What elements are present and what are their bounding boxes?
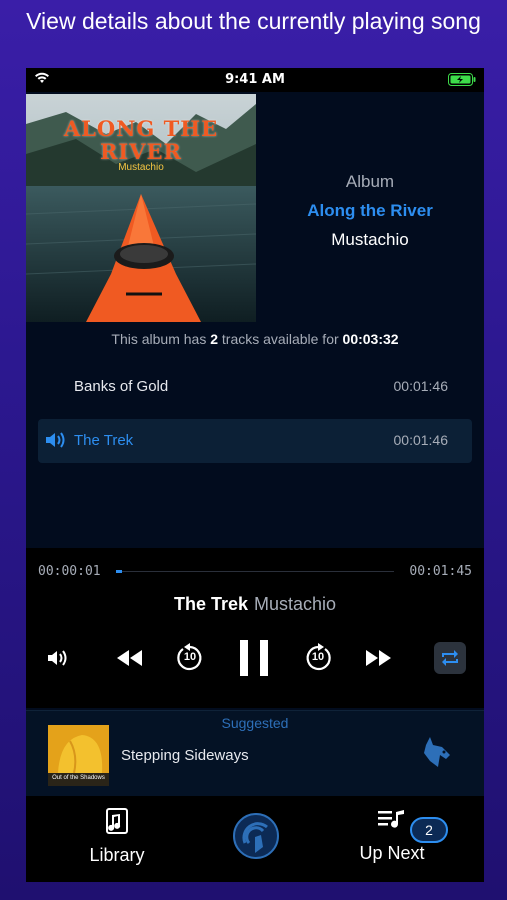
fast-forward-button[interactable] xyxy=(358,638,398,678)
now-playing: The Trek Mustachio xyxy=(26,594,484,615)
album-artwork: ALONG THE RIVER Mustachio xyxy=(26,94,256,322)
queue-list-icon xyxy=(378,809,404,828)
repeat-icon xyxy=(442,650,458,666)
track-row[interactable]: Banks of Gold 00:01:46 xyxy=(38,365,472,409)
screen-caption: View details about the currently playing… xyxy=(26,8,481,34)
speaker-icon xyxy=(44,431,68,454)
tab-library[interactable]: Library xyxy=(84,808,150,866)
center-app-button[interactable] xyxy=(230,813,282,864)
art-title-line1: ALONG THE xyxy=(63,116,219,141)
battery-icon xyxy=(448,73,476,90)
volume-icon xyxy=(48,650,67,666)
progress-fill xyxy=(116,570,122,573)
skip-forward-seconds: 10 xyxy=(311,651,325,663)
album-label: Album xyxy=(345,172,395,191)
music-note-icon xyxy=(106,808,128,834)
tab-up-next-label: Up Next xyxy=(359,843,425,863)
summary-count: 2 xyxy=(210,331,219,347)
status-bar: 9:41 AM xyxy=(26,68,484,92)
elapsed-time: 00:00:01 xyxy=(38,564,101,579)
now-playing-title: The Trek xyxy=(173,594,248,614)
album-summary: This album has 2 tracks available for 00… xyxy=(26,331,484,347)
status-time: 9:41 AM xyxy=(225,72,285,87)
suggested-song[interactable]: Stepping Sideways xyxy=(121,747,249,764)
suggested-thumbnail[interactable]: Out of the Shadows xyxy=(48,725,109,786)
tab-library-label: Library xyxy=(89,845,145,865)
album-name[interactable]: Along the River xyxy=(272,201,468,221)
art-artist: Mustachio xyxy=(118,162,164,173)
up-next-count-badge: 2 xyxy=(410,817,448,843)
suggested-thumb-text: Out of the Shadows xyxy=(52,775,105,781)
skip-forward-button[interactable]: 10 xyxy=(298,638,338,678)
phone-screen: 9:41 AM ALONG THE RIVER Mustachio Album xyxy=(26,68,484,882)
skip-back-button[interactable]: 10 xyxy=(170,638,210,678)
now-playing-artist: Mustachio xyxy=(253,594,337,614)
track-title: The Trek xyxy=(74,432,134,449)
summary-middle: tracks available for xyxy=(221,331,339,347)
dog-logo-icon[interactable] xyxy=(420,735,454,774)
repeat-button[interactable] xyxy=(430,638,470,678)
track-duration: 00:01:46 xyxy=(393,378,449,394)
fast-forward-icon xyxy=(366,650,391,666)
progress-slider[interactable] xyxy=(116,570,394,573)
album-info: Album Along the River Mustachio xyxy=(272,172,468,250)
skip-back-seconds: 10 xyxy=(183,651,197,663)
rewind-icon xyxy=(117,650,142,666)
summary-prefix: This album has xyxy=(111,331,207,347)
player-panel: 00:00:01 00:01:45 The Trek Mustachio 10 1… xyxy=(26,548,484,708)
suggested-panel: Suggested Out of the Shadows Stepping Si… xyxy=(26,710,484,796)
track-duration: 00:01:46 xyxy=(393,432,449,448)
pause-icon xyxy=(240,640,268,676)
progress-row: 00:00:01 00:01:45 xyxy=(26,564,484,580)
podcast-logo-icon xyxy=(233,813,279,859)
rewind-button[interactable] xyxy=(110,638,150,678)
album-artist[interactable]: Mustachio xyxy=(272,230,468,250)
track-row-playing[interactable]: The Trek 00:01:46 xyxy=(38,419,472,463)
summary-total: 00:03:32 xyxy=(342,331,399,347)
volume-button[interactable] xyxy=(38,638,78,678)
tab-bar: Library Up Next 2 xyxy=(26,796,484,882)
art-title-line2: RIVER xyxy=(99,139,183,164)
remaining-time: 00:01:45 xyxy=(409,564,472,579)
pause-button[interactable] xyxy=(234,638,274,678)
track-title: Banks of Gold xyxy=(74,378,169,395)
